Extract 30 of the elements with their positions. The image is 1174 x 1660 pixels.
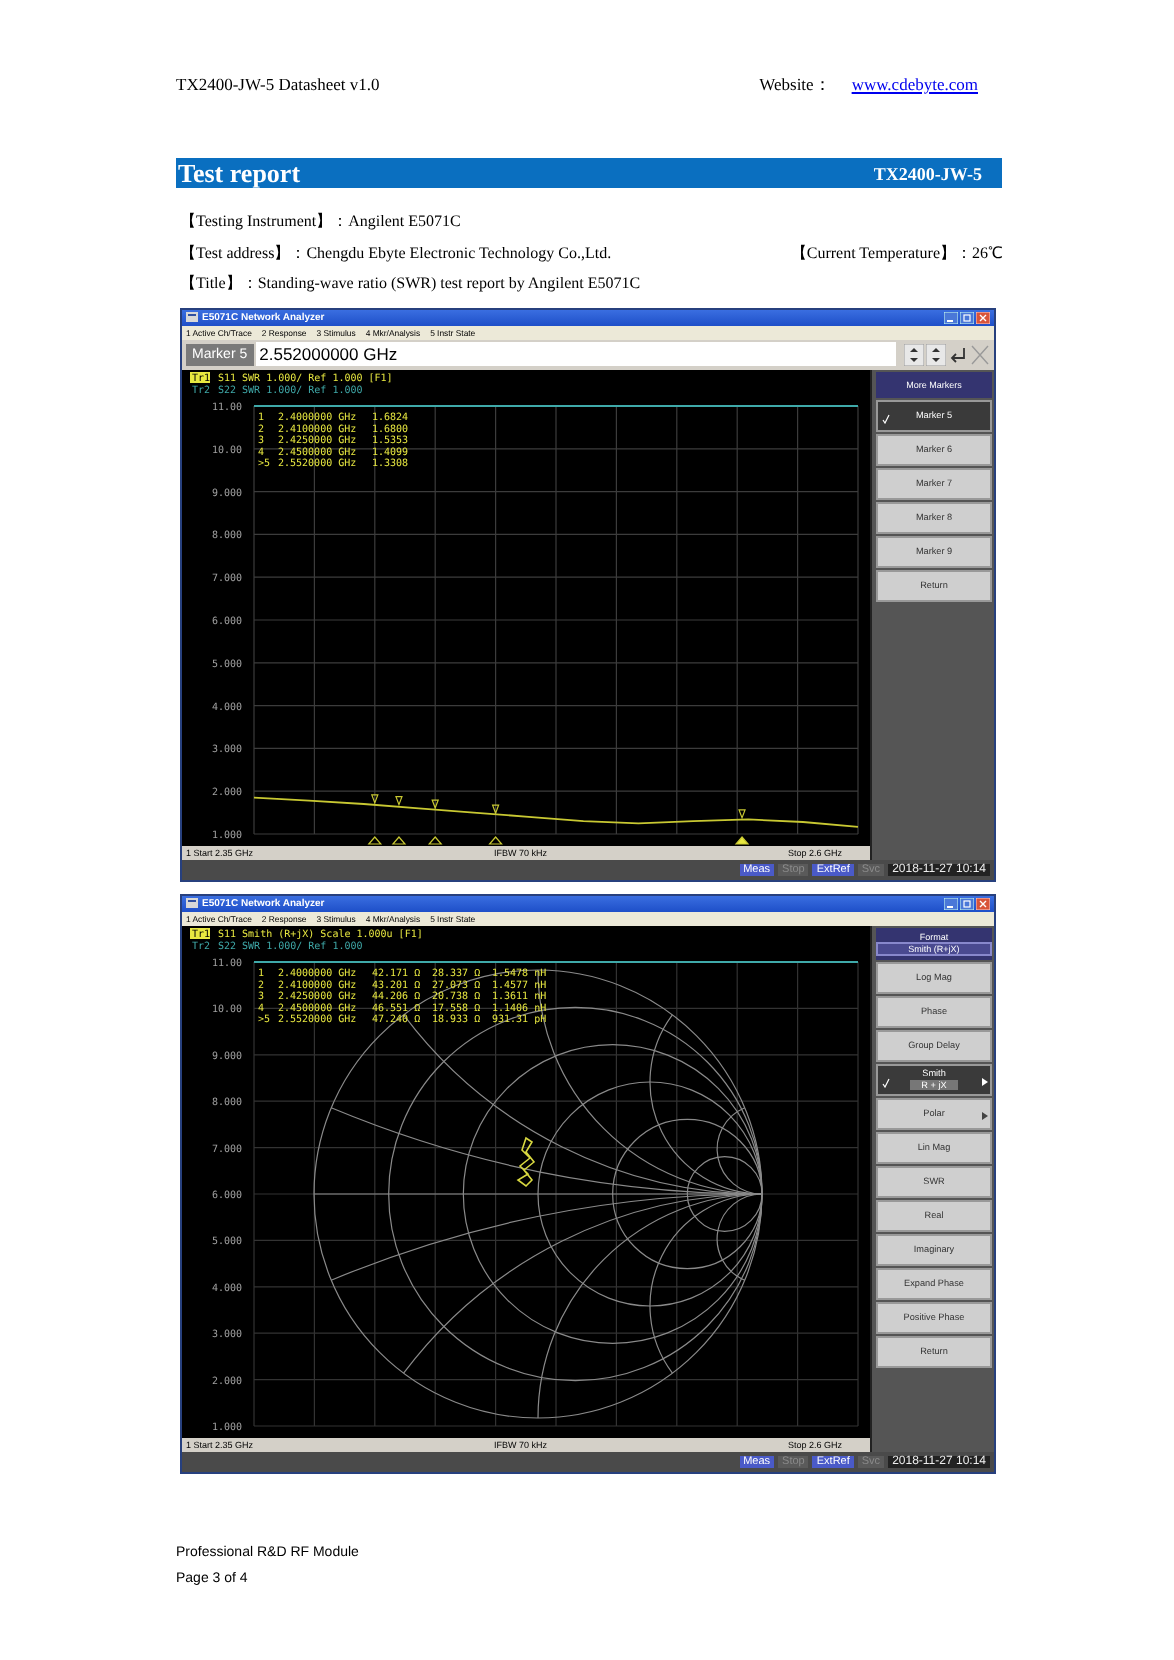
- value-input[interactable]: 2.552000000 GHz: [255, 342, 896, 366]
- app-icon: [186, 898, 198, 908]
- app-icon: [186, 312, 198, 322]
- minimize-icon[interactable]: [944, 311, 958, 323]
- info-text: 【Testing Instrument】：Angilent E5071C: [180, 210, 461, 233]
- enter-icon[interactable]: [948, 343, 968, 365]
- model-name: TX2400-JW-5: [873, 163, 982, 183]
- info-text: 【Test address】：Chengdu Ebyte Electronic Technology Co.,Ltd.: [180, 241, 612, 264]
- spinner-icon[interactable]: [926, 343, 946, 365]
- restore-icon[interactable]: [960, 311, 974, 323]
- marker-icon: [491, 803, 500, 814]
- marker-triangle-icon: [488, 835, 503, 844]
- website-link[interactable]: www.cdebyte.com: [851, 74, 978, 98]
- document-title: TX2400-JW-5 Datasheet v1.0: [176, 74, 380, 98]
- marker-icon: [738, 808, 746, 819]
- info-text: 【Current Temperature】：26℃: [790, 241, 1002, 264]
- marker-icon: [395, 795, 403, 806]
- check-icon: [882, 413, 890, 423]
- marker-triangle-icon: [427, 835, 443, 844]
- spinner-icon[interactable]: [904, 343, 924, 365]
- website-label: Website：: [759, 74, 832, 98]
- marker-icon: [431, 798, 440, 809]
- marker-icon: [370, 793, 379, 804]
- restore-icon[interactable]: [960, 897, 974, 909]
- info-text: 【Title】：Standing-wave ratio (SWR) test report by Angilent E5071C: [180, 272, 641, 295]
- check-icon: [882, 1077, 890, 1087]
- banner-title: Test report: [178, 157, 301, 189]
- smith-trace: [516, 1135, 536, 1187]
- marker-triangle-icon: [734, 835, 750, 844]
- minimize-icon[interactable]: [944, 897, 958, 909]
